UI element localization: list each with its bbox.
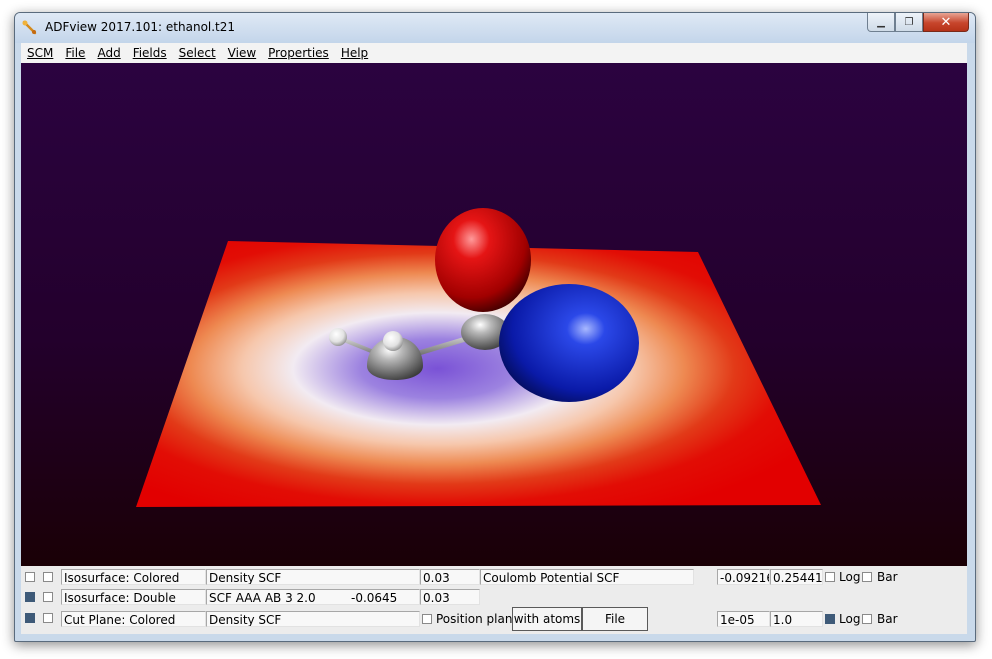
row1-option-checkbox[interactable]: [43, 572, 53, 582]
row3-bar-checkbox[interactable]: [862, 614, 872, 624]
row1-isovalue-input[interactable]: 0.03: [420, 569, 480, 585]
row1-color-field-selector[interactable]: Coulomb Potential SCF: [480, 569, 694, 585]
close-icon: ✕: [940, 14, 952, 30]
window-controls: ▁ ❐ ✕: [867, 13, 969, 33]
menu-file[interactable]: File: [59, 46, 91, 60]
minimize-button[interactable]: ▁: [867, 13, 895, 32]
menu-properties[interactable]: Properties: [262, 46, 335, 60]
row1-max-input[interactable]: 0.254415: [770, 569, 823, 585]
row3-max-input[interactable]: 1.0: [770, 611, 823, 627]
with-atoms-button[interactable]: with atoms: [512, 607, 582, 631]
row1-log-label: Log: [839, 570, 861, 584]
row1-bar-label: Bar: [877, 570, 898, 584]
row3-min-input[interactable]: 1e-05: [717, 611, 770, 627]
row2-field-value: -0.0645: [351, 591, 398, 605]
row3-field-selector[interactable]: Density SCF: [206, 611, 420, 627]
row1-log-checkbox[interactable]: [825, 572, 835, 582]
title-bar[interactable]: ADFview 2017.101: ethanol.t21 ▁ ❐ ✕: [15, 13, 975, 43]
adfview-window: ADFview 2017.101: ethanol.t21 ▁ ❐ ✕ SCM …: [14, 12, 976, 642]
row3-option-checkbox[interactable]: [43, 613, 53, 623]
row3-log-checkbox[interactable]: [825, 614, 835, 624]
row1-visible-checkbox[interactable]: [25, 572, 35, 582]
hydrogen-atom-2: [383, 331, 403, 351]
row2-visible-checkbox[interactable]: [25, 592, 35, 602]
menu-view[interactable]: View: [222, 46, 262, 60]
menu-bar: SCM File Add Fields Select View Properti…: [21, 43, 967, 64]
row2-isovalue-input[interactable]: 0.03: [420, 589, 480, 605]
file-button[interactable]: File: [582, 607, 648, 631]
row2-field-selector[interactable]: SCF AAA AB 3 2.0 -0.0645: [206, 589, 420, 605]
menu-scm[interactable]: SCM: [21, 46, 59, 60]
hydrogen-atom-1: [329, 328, 347, 346]
position-plane-label: Position plane: [436, 612, 520, 626]
menu-fields[interactable]: Fields: [127, 46, 173, 60]
menu-help[interactable]: Help: [335, 46, 374, 60]
molecule-scene: [136, 208, 821, 507]
row1-min-input[interactable]: -0.09216: [717, 569, 770, 585]
restore-icon: ❐: [904, 16, 914, 28]
row1-field-selector[interactable]: Density SCF: [206, 569, 420, 585]
row1-bar-checkbox[interactable]: [862, 572, 872, 582]
row3-visible-checkbox[interactable]: [25, 613, 35, 623]
menu-select[interactable]: Select: [173, 46, 222, 60]
blue-isosurface-lobe: [499, 284, 639, 402]
row2-option-checkbox[interactable]: [43, 592, 53, 602]
menu-add[interactable]: Add: [91, 46, 126, 60]
fields-panel: Isosurface: Colored Density SCF 0.03 Cou…: [21, 566, 967, 634]
row2-type-field[interactable]: Isosurface: Double: [61, 589, 206, 605]
row3-bar-label: Bar: [877, 612, 898, 626]
row1-type-field[interactable]: Isosurface: Colored: [61, 569, 206, 585]
row2-field-name: SCF AAA AB 3 2.0: [209, 591, 316, 605]
close-button[interactable]: ✕: [923, 13, 969, 32]
window-title: ADFview 2017.101: ethanol.t21: [45, 20, 236, 34]
position-plane-checkbox[interactable]: [422, 614, 432, 624]
row3-type-field[interactable]: Cut Plane: Colored: [61, 611, 206, 627]
molecule-3d-viewport[interactable]: [21, 63, 967, 566]
row3-log-label: Log: [839, 612, 861, 626]
maximize-button[interactable]: ❐: [895, 13, 923, 32]
minimize-icon: ▁: [877, 16, 885, 28]
adfview-app-icon: [21, 19, 39, 37]
red-isosurface-lobe: [435, 208, 531, 312]
